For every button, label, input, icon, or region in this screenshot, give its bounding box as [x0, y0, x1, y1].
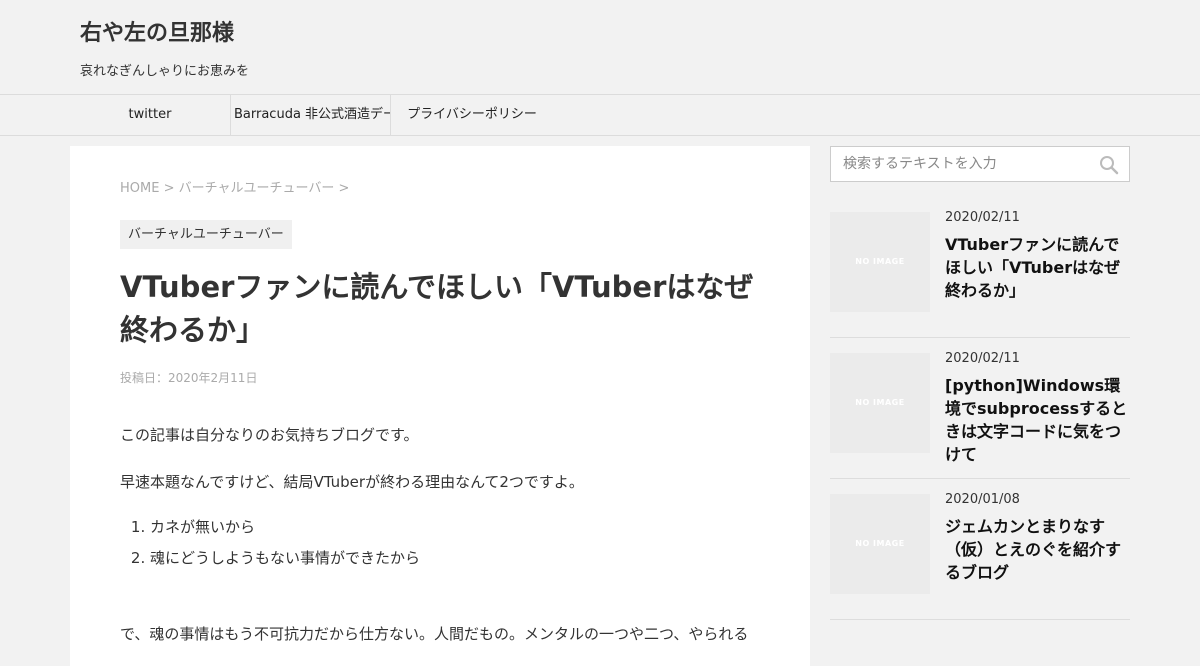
post-paragraph: 早速本題なんですけど、結局VTuberが終わる理由なんて2つですよ。 — [120, 473, 584, 491]
recent-post-item[interactable]: NO IMAGE 2020/02/11 [python]Windows環境でsu… — [830, 337, 1130, 479]
recent-post-date: 2020/02/11 — [945, 210, 1020, 225]
search-icon[interactable] — [1099, 155, 1119, 175]
recent-post-item[interactable]: NO IMAGE 2020/01/08 ジェムカンとまりなす（仮）とえのぐを紹介… — [830, 478, 1130, 620]
recent-post-title[interactable]: ジェムカンとまりなす（仮）とえのぐを紹介するブログ — [945, 515, 1130, 584]
sidebar: NO IMAGE 2020/02/11 VTuberファンに読んでほしい「VTu… — [830, 146, 1130, 620]
article-main: HOME > バーチャルユーチューバー > バーチャルユーチューバー VTube… — [70, 146, 810, 666]
recent-post-date: 2020/01/08 — [945, 492, 1020, 507]
breadcrumb-category[interactable]: バーチャルユーチューバー — [179, 181, 335, 196]
post-title: VTuberファンに読んでほしい「VTuberはなぜ終わるか」 — [120, 270, 754, 347]
breadcrumb-separator: > — [338, 181, 350, 196]
breadcrumb-separator: > — [163, 181, 175, 196]
search-box — [830, 146, 1130, 182]
no-image-thumbnail[interactable]: NO IMAGE — [830, 353, 930, 453]
site-title[interactable]: 右や左の旦那様 — [80, 20, 234, 48]
recent-post-title[interactable]: VTuberファンに読んでほしい「VTuberはなぜ終わるか」 — [945, 233, 1130, 302]
post-date: 投稿日：2020年2月11日 — [120, 371, 258, 385]
reasons-list: カネが無いから 魂にどうしようもない事情ができたから — [120, 512, 420, 574]
list-item: 魂にどうしようもない事情ができたから — [150, 543, 420, 574]
breadcrumb-home[interactable]: HOME — [120, 181, 159, 196]
site-description: 哀れなぎんしゃりにお恵みを — [80, 64, 250, 79]
no-image-thumbnail[interactable]: NO IMAGE — [830, 494, 930, 594]
search-input[interactable] — [841, 155, 1095, 173]
list-item: カネが無いから — [150, 512, 420, 543]
nav-item-twitter[interactable]: twitter — [70, 95, 231, 135]
breadcrumb: HOME > バーチャルユーチューバー > — [120, 177, 349, 196]
post-paragraph: で、魂の事情はもう不可抗力だから仕方ない。人間だもの。メンタルの一つや二つ、やら… — [120, 625, 749, 643]
no-image-thumbnail[interactable]: NO IMAGE — [830, 212, 930, 312]
recent-post-title[interactable]: [python]Windows環境でsubprocessするときは文字コードに気… — [945, 374, 1130, 466]
recent-post-date: 2020/02/11 — [945, 351, 1020, 366]
recent-post-item[interactable]: NO IMAGE 2020/02/11 VTuberファンに読んでほしい「VTu… — [830, 196, 1130, 338]
nav-item-barracuda[interactable]: Barracuda 非公式酒造データ — [231, 95, 391, 135]
site-header: 右や左の旦那様 哀れなぎんしゃりにお恵みを — [0, 0, 1200, 95]
post-paragraph: この記事は自分なりのお気持ちブログです。 — [120, 426, 419, 444]
global-nav: twitter Barracuda 非公式酒造データ プライバシーポリシー — [0, 95, 1200, 136]
category-badge[interactable]: バーチャルユーチューバー — [120, 220, 292, 249]
nav-item-privacy-policy[interactable]: プライバシーポリシー — [392, 95, 552, 135]
